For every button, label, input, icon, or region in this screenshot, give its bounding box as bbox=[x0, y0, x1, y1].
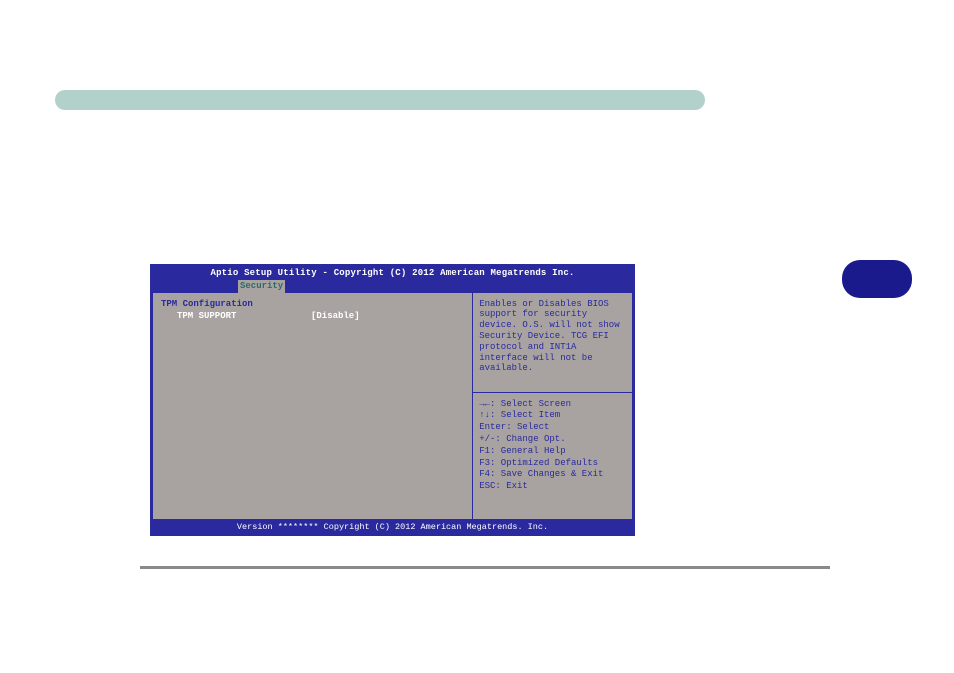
page-divider bbox=[140, 566, 830, 569]
hint-f4: F4: Save Changes & Exit bbox=[479, 469, 626, 480]
hint-enter: Enter: Select bbox=[479, 422, 626, 433]
nav-hints: Select Screen Select Item Enter: Select … bbox=[473, 393, 632, 499]
setting-row-tpm-support[interactable]: TPM SUPPORT [Disable] bbox=[161, 311, 464, 322]
hint-f3: F3: Optimized Defaults bbox=[479, 458, 626, 469]
section-heading: TPM Configuration bbox=[161, 299, 464, 310]
bios-body: TPM Configuration TPM SUPPORT [Disable] … bbox=[152, 293, 633, 520]
side-badge bbox=[842, 260, 912, 298]
help-text: Enables or Disables BIOS support for sec… bbox=[473, 293, 632, 393]
arrows-up-down-icon bbox=[479, 410, 501, 420]
hint-select-screen: Select Screen bbox=[479, 399, 626, 410]
tab-security[interactable]: Security bbox=[238, 280, 285, 293]
hint-select-item: Select Item bbox=[479, 410, 626, 421]
hint-f1: F1: General Help bbox=[479, 446, 626, 457]
setting-value[interactable]: [Disable] bbox=[311, 311, 464, 322]
bios-right-panel: Enables or Disables BIOS support for sec… bbox=[473, 293, 632, 519]
bios-tab-row: Security bbox=[152, 280, 633, 293]
page-banner bbox=[55, 90, 705, 110]
hint-change: +/-: Change Opt. bbox=[479, 434, 626, 445]
bios-window: Aptio Setup Utility - Copyright (C) 2012… bbox=[150, 264, 635, 536]
arrows-left-right-icon bbox=[479, 399, 501, 409]
bios-title: Aptio Setup Utility - Copyright (C) 2012… bbox=[152, 266, 633, 280]
bios-footer: Version ******** Copyright (C) 2012 Amer… bbox=[152, 520, 633, 534]
setting-label: TPM SUPPORT bbox=[161, 311, 311, 322]
bios-left-panel: TPM Configuration TPM SUPPORT [Disable] bbox=[153, 293, 473, 519]
hint-esc: ESC: Exit bbox=[479, 481, 626, 492]
